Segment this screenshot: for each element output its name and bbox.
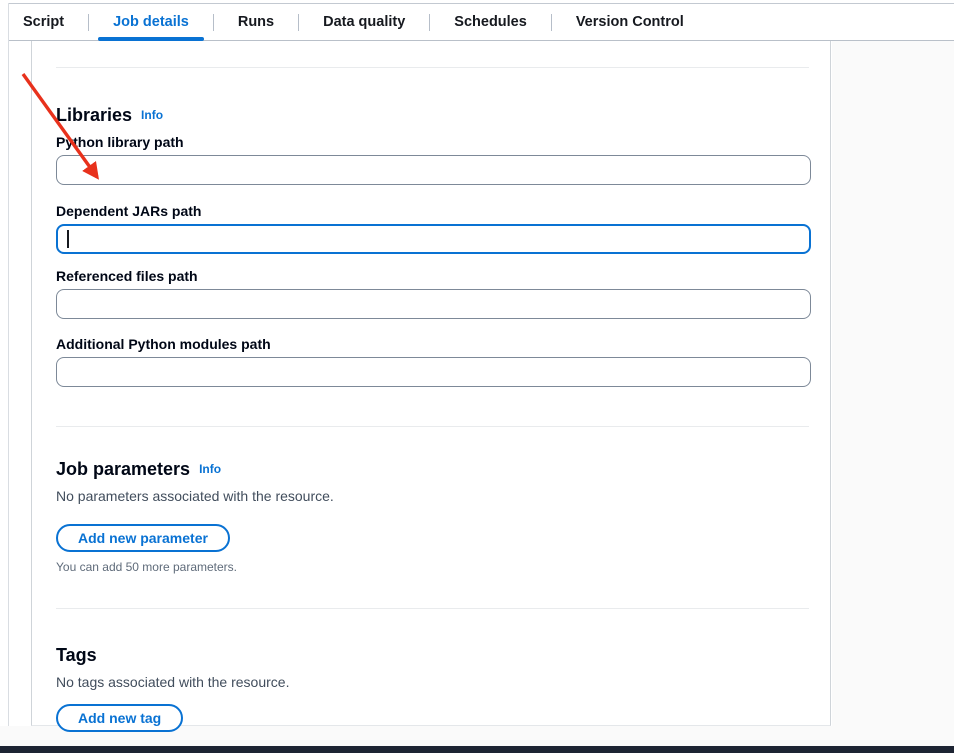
glue-job-details-page: { "tabs": [ { "label": "Script", "active… (0, 0, 954, 753)
dependent-jars-path-wrap (56, 224, 811, 254)
add-new-parameter-button[interactable]: Add new parameter (56, 524, 230, 552)
tab-script[interactable]: Script (8, 4, 79, 40)
tab-label: Script (23, 14, 64, 30)
tab-label: Schedules (454, 14, 527, 30)
dependent-jars-path-label: Dependent JARs path (56, 204, 809, 218)
tab-divider (551, 14, 552, 31)
tab-divider (213, 14, 214, 31)
referenced-files-path-label: Referenced files path (56, 269, 809, 283)
page-left-border (8, 3, 9, 726)
tags-section-title: Tags (56, 645, 809, 666)
tab-divider (88, 14, 89, 31)
additional-python-modules-path-wrap (56, 357, 811, 387)
tab-divider (429, 14, 430, 31)
libraries-section-title: Libraries Info (56, 105, 809, 126)
job-parameters-hint-text: You can add 50 more parameters. (56, 560, 809, 574)
section-divider (56, 608, 809, 609)
tab-runs[interactable]: Runs (223, 4, 289, 40)
tab-label: Version Control (576, 14, 684, 30)
additional-python-modules-path-input[interactable] (56, 357, 811, 387)
python-library-path-label: Python library path (56, 135, 809, 149)
tab-data-quality[interactable]: Data quality (308, 4, 420, 40)
job-parameters-title-text: Job parameters (56, 459, 190, 479)
libraries-title-text: Libraries (56, 105, 132, 125)
job-parameters-info-link[interactable]: Info (199, 462, 221, 476)
referenced-files-path-wrap (56, 289, 811, 319)
section-divider (56, 426, 809, 427)
libraries-info-link[interactable]: Info (141, 108, 163, 122)
add-new-tag-button[interactable]: Add new tag (56, 704, 183, 732)
tab-label: Job details (113, 14, 189, 30)
tab-version-control[interactable]: Version Control (561, 4, 699, 40)
tab-job-details[interactable]: Job details (98, 4, 204, 40)
python-library-path-wrap (56, 155, 811, 185)
tab-schedules[interactable]: Schedules (439, 4, 542, 40)
additional-python-modules-path-label: Additional Python modules path (56, 337, 809, 351)
job-details-panel: Libraries Info Python library path Depend… (31, 41, 831, 726)
tab-label: Runs (238, 14, 274, 30)
right-gutter (832, 41, 954, 726)
job-parameters-section-title: Job parameters Info (56, 459, 809, 480)
dependent-jars-path-input[interactable] (56, 224, 811, 254)
python-library-path-input[interactable] (56, 155, 811, 185)
tags-empty-text: No tags associated with the resource. (56, 674, 809, 690)
job-tabs: Script Job details Runs Data quality Sch… (8, 3, 954, 41)
referenced-files-path-input[interactable] (56, 289, 811, 319)
section-divider (56, 67, 809, 68)
window-bottom-edge (0, 746, 954, 753)
tab-label: Data quality (323, 14, 405, 30)
tab-divider (298, 14, 299, 31)
job-parameters-empty-text: No parameters associated with the resour… (56, 488, 809, 504)
text-cursor (67, 230, 69, 248)
